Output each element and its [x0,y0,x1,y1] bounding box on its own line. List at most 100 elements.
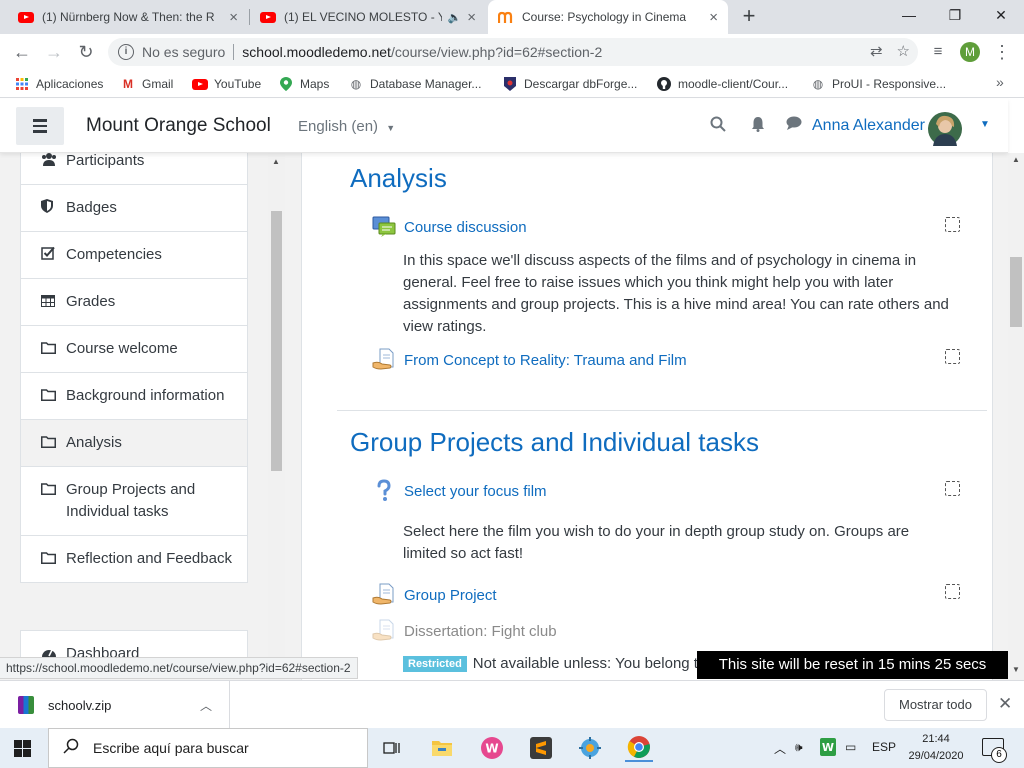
close-window-button[interactable]: ✕ [978,0,1024,30]
moodle-navbar: Mount Orange School English (en) ▼ Anna … [0,99,1008,153]
course-content-card: Analysis Course discussion In this space… [301,153,993,680]
completion-checkbox[interactable] [945,584,960,599]
volume-icon[interactable]: 🕪 [795,740,803,755]
completion-checkbox[interactable] [945,217,960,232]
forward-arrow-icon[interactable]: → [42,40,66,64]
app-settings-icon[interactable] [576,734,604,762]
tab-close-icon[interactable]: × [467,9,476,26]
user-menu-caret-icon[interactable]: ▼ [980,119,990,130]
drawer-item-competencies[interactable]: Competencies [21,232,247,279]
activity-course-discussion[interactable]: Course discussion [372,215,527,239]
bookmark-maps[interactable]: Maps [278,76,329,92]
profile-avatar[interactable]: M [960,42,980,62]
tab-close-icon[interactable]: × [709,9,718,26]
completion-checkbox[interactable] [945,349,960,364]
activity-dissertation-fight-club[interactable]: Dissertation: Fight club [372,619,557,643]
scroll-up-icon[interactable]: ▲ [1012,155,1020,164]
media-playlist-icon[interactable]: ≡ [926,40,950,64]
chevron-up-icon[interactable]: ︿ [200,697,212,714]
drawer-item-label: Grades [66,293,116,310]
translate-icon[interactable]: ⇄ [870,42,883,60]
bookmark-moodle-client[interactable]: moodle-client/Cour... [656,76,788,92]
url-text[interactable]: school.moodledemo.net/course/view.php?id… [242,44,602,60]
windows-start-icon[interactable] [14,740,31,757]
input-language-indicator[interactable]: ESP [872,740,896,754]
tray-overflow-icon[interactable]: ︿ [774,740,786,757]
drawer-item-participants[interactable]: Participants [21,153,247,185]
drawer-item-badges[interactable]: Badges [21,185,247,232]
bookmarks-overflow-button[interactable]: » [996,74,1004,90]
drawer-toggle-button[interactable] [16,107,64,145]
drawer-item-label: Reflection and Feedback [66,550,232,567]
speaker-icon[interactable]: 🔈 [448,11,462,24]
info-icon[interactable]: i [118,44,134,60]
reload-icon[interactable]: ↻ [74,40,98,64]
taskbar-clock[interactable]: 21:44 29/04/2020 [900,731,972,765]
scroll-down-icon[interactable]: ▼ [1012,665,1020,674]
assignment-icon [372,348,396,372]
activity-trauma-and-film[interactable]: From Concept to Reality: Trauma and Film [372,348,687,372]
taskbar-search-box[interactable]: Escribe aquí para buscar [48,728,368,768]
search-icon[interactable] [710,116,726,137]
tab-title: (1) Nürnberg Now & Then: the R [42,10,215,24]
drawer-item-grades[interactable]: Grades [21,279,247,326]
bookmark-star-icon[interactable]: ☆ [897,42,910,60]
wampserver-icon[interactable]: W [478,734,506,762]
scroll-up-icon[interactable]: ▲ [272,157,280,166]
drawer-item-analysis[interactable]: Analysis [21,420,247,467]
download-item[interactable]: schoolv.zip ︿ [0,681,230,729]
browser-toolbar: ← → ↻ i No es seguro school.moodledemo.n… [0,34,1024,70]
clock-date: 29/04/2020 [908,750,964,762]
drawer-item-reflection-feedback[interactable]: Reflection and Feedback [21,536,247,582]
user-menu-name[interactable]: Anna Alexander [812,117,925,135]
site-name[interactable]: Mount Orange School [86,115,271,137]
sublime-text-icon[interactable] [527,734,555,762]
messages-icon[interactable] [786,116,802,135]
activity-select-focus-film[interactable]: Select your focus film [372,479,547,503]
tab-close-icon[interactable]: × [229,9,238,26]
bookmark-apps[interactable]: Aplicaciones [14,76,103,92]
browser-tab-nurnberg[interactable]: (1) Nürnberg Now & Then: the R × [8,0,248,34]
section-title-analysis[interactable]: Analysis [350,163,447,194]
back-arrow-icon[interactable]: ← [10,40,34,64]
close-downloads-icon[interactable]: ✕ [998,694,1012,714]
restore-window-button[interactable]: ❐ [932,0,978,30]
forum-icon [372,215,396,239]
chrome-icon[interactable] [625,734,653,762]
bell-icon[interactable] [751,116,765,137]
browser-tab-course[interactable]: Course: Psychology in Cinema × [488,0,728,34]
file-explorer-icon[interactable] [428,734,456,762]
globe-icon: ◍ [350,77,362,91]
wamp-tray-icon[interactable]: W [820,738,836,759]
drawer-scrollbar[interactable]: ▲ [268,153,285,680]
show-all-downloads-button[interactable]: Mostrar todo [884,689,987,721]
user-avatar[interactable] [928,112,962,151]
network-icon[interactable]: ▭ [845,740,856,754]
drawer-scrollbar-thumb[interactable] [271,211,282,471]
bookmark-youtube[interactable]: YouTube [192,76,261,92]
activity-group-project[interactable]: Group Project [372,583,497,607]
new-tab-button[interactable]: + [737,4,761,28]
address-bar[interactable]: i No es seguro school.moodledemo.net/cou… [108,38,918,66]
activity-description: In this space we'll discuss aspects of t… [403,252,949,335]
page-scrollbar[interactable]: ▲ ▼ [1008,153,1024,680]
notification-count-badge: 6 [991,747,1007,763]
minimize-window-button[interactable]: — [886,0,932,30]
bookmark-dbforge[interactable]: Descargar dbForge... [502,76,637,92]
folder-icon [41,479,59,501]
bookmark-database-manager[interactable]: ◍ Database Manager... [348,76,482,92]
drawer-item-background-information[interactable]: Background information [21,373,247,420]
drawer-item-group-projects[interactable]: Group Projects and Individual tasks [21,467,247,536]
page-scrollbar-thumb[interactable] [1010,257,1022,327]
drawer-item-course-welcome[interactable]: Course welcome [21,326,247,373]
section-title-group-projects[interactable]: Group Projects and Individual tasks [350,427,759,458]
security-label[interactable]: No es seguro [142,44,225,60]
task-view-icon[interactable] [378,734,406,762]
bookmark-gmail[interactable]: M Gmail [120,76,173,92]
chrome-menu-icon[interactable]: ⋮ [990,40,1014,64]
browser-tab-vecino[interactable]: (1) EL VECINO MOLESTO - Yo 🔈 × [250,0,486,34]
bookmark-proui[interactable]: ◍ ProUI - Responsive... [810,76,946,92]
completion-checkbox[interactable] [945,481,960,496]
language-menu[interactable]: English (en) ▼ [298,118,395,135]
url-host: school.moodledemo.net [242,44,391,60]
